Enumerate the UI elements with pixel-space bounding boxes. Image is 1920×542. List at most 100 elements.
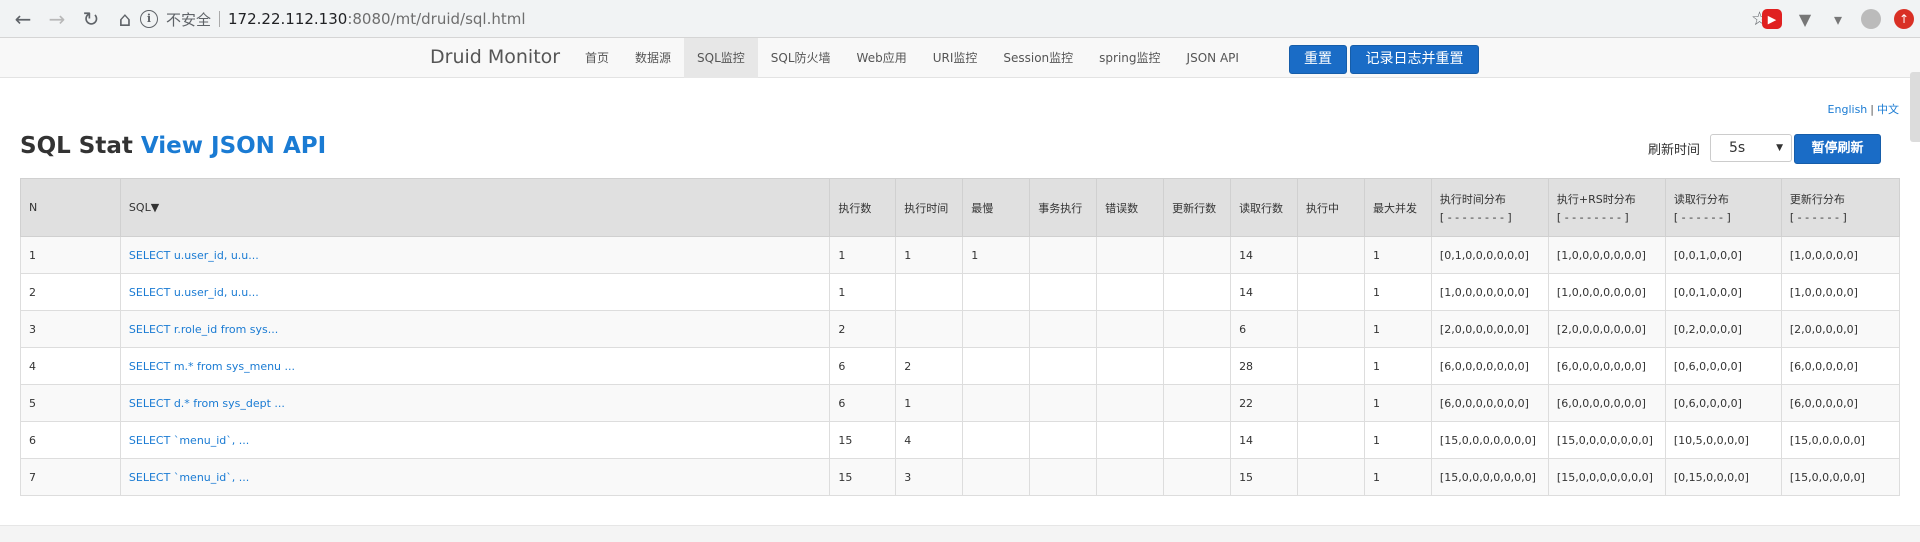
nav-item-datasource[interactable]: 数据源 [622, 38, 684, 78]
cell-update-rows-dist: [15,0,0,0,0,0] [1780, 458, 1901, 496]
col-header-update-rows-dist[interactable]: 更新行分布 [ - - - - - - ] [1780, 178, 1901, 237]
nav-item-sql-monitor[interactable]: SQL监控 [684, 38, 758, 78]
cell-error-count [1096, 236, 1165, 274]
nav-item-web-app[interactable]: Web应用 [844, 38, 920, 78]
header-label: 执行时间分布 [1439, 193, 1506, 206]
cell-max-concurrent: 1 [1363, 458, 1432, 496]
video-extension-icon[interactable]: ▶ [1762, 9, 1782, 29]
table-header-row: N SQL▼ 执行数 执行时间 最慢 事务执行 错误数 更新行数 读取行数 执行… [20, 178, 1901, 237]
cell-read-rows-dist: [10,5,0,0,0,0] [1664, 421, 1782, 459]
cell-exec-time: 1 [895, 236, 964, 274]
cell-exec-rs-dist: [2,0,0,0,0,0,0,0] [1547, 310, 1666, 348]
brand-title[interactable]: Druid Monitor [430, 46, 560, 68]
cell-update-rows [1163, 384, 1232, 422]
cell-error-count [1096, 273, 1165, 311]
cell-read-rows-dist: [0,6,0,0,0,0] [1664, 347, 1782, 385]
reload-icon[interactable]: ↻ [76, 4, 106, 34]
view-json-api-link[interactable]: View JSON API [141, 133, 326, 159]
filter-extension-icon[interactable]: ▾ [1828, 9, 1848, 29]
col-header-n[interactable]: N [20, 178, 121, 237]
cell-sql[interactable]: SELECT u.user_id, u.u... [119, 273, 831, 311]
refresh-interval-value: 5s [1729, 140, 1746, 156]
col-header-error-count[interactable]: 错误数 [1096, 178, 1165, 237]
address-separator [219, 11, 221, 27]
cell-exec-time: 4 [895, 421, 964, 459]
back-arrow-icon[interactable]: ← [8, 4, 38, 34]
cell-sql[interactable]: SELECT m.* from sys_menu ... [119, 347, 831, 385]
cell-n: 6 [20, 421, 121, 459]
cell-error-count [1096, 310, 1165, 348]
cell-update-rows-dist: [1,0,0,0,0,0] [1780, 273, 1901, 311]
col-header-update-rows[interactable]: 更新行数 [1163, 178, 1232, 237]
cell-exec-time: 1 [895, 384, 964, 422]
header-label: 更新行分布 [1789, 193, 1845, 206]
nav-item-sql-firewall[interactable]: SQL防火墙 [758, 38, 844, 78]
col-header-slowest[interactable]: 最慢 [962, 178, 1031, 237]
cell-read-rows: 14 [1230, 273, 1299, 311]
pause-refresh-button[interactable]: 暂停刷新 [1794, 134, 1881, 164]
cell-sql[interactable]: SELECT `menu_id`, ... [119, 458, 831, 496]
refresh-label: 刷新时间 [1648, 143, 1701, 158]
cell-txn-exec [1029, 347, 1098, 385]
refresh-interval-select[interactable]: 5s ▼ [1710, 134, 1792, 162]
home-icon[interactable]: ⌂ [110, 4, 140, 34]
cell-exec-time-dist: [15,0,0,0,0,0,0,0] [1430, 458, 1549, 496]
nav-item-json-api[interactable]: JSON API [1174, 38, 1252, 78]
top-navbar: Druid Monitor 首页 数据源 SQL监控 SQL防火墙 Web应用 … [0, 38, 1920, 78]
cell-read-rows: 14 [1230, 421, 1299, 459]
cell-read-rows-dist: [0,15,0,0,0,0] [1664, 458, 1782, 496]
col-header-max-concurrent[interactable]: 最大并发 [1363, 178, 1432, 237]
col-header-exec-time[interactable]: 执行时间 [895, 178, 964, 237]
info-icon[interactable]: i [140, 10, 158, 28]
side-scroll-widget[interactable] [1910, 72, 1920, 142]
cell-read-rows: 28 [1230, 347, 1299, 385]
col-header-txn-exec[interactable]: 事务执行 [1029, 178, 1098, 237]
cell-update-rows [1163, 310, 1232, 348]
cell-sql[interactable]: SELECT d.* from sys_dept ... [119, 384, 831, 422]
cell-exec-rs-dist: [1,0,0,0,0,0,0,0] [1547, 236, 1666, 274]
header-label: 执行+RS时分布 [1556, 193, 1636, 206]
cell-max-concurrent: 1 [1363, 421, 1432, 459]
col-header-exec-rs-dist[interactable]: 执行+RS时分布 [ - - - - - - - - ] [1547, 178, 1666, 237]
cell-sql[interactable]: SELECT r.role_id from sys... [119, 310, 831, 348]
cell-sql[interactable]: SELECT u.user_id, u.u... [119, 236, 831, 274]
chevron-down-icon: ▼ [1776, 143, 1783, 153]
cell-read-rows: 15 [1230, 458, 1299, 496]
cell-slowest [962, 458, 1031, 496]
address-bar[interactable]: i 不安全 172.22.112.130:8080/mt/druid/sql.h… [140, 4, 1800, 34]
table-body: 1 SELECT u.user_id, u.u... 1 1 1 14 1 [0,1,0,0,… [20, 236, 1901, 496]
nav-item-spring-monitor[interactable]: spring监控 [1086, 38, 1173, 78]
cell-exec-rs-dist: [15,0,0,0,0,0,0,0] [1547, 458, 1666, 496]
col-header-exec-count[interactable]: 执行数 [829, 178, 897, 237]
cell-update-rows [1163, 273, 1232, 311]
cell-update-rows [1163, 458, 1232, 496]
nav-item-session-monitor[interactable]: Session监控 [990, 38, 1086, 78]
cell-exec-count: 1 [829, 273, 897, 311]
cell-sql[interactable]: SELECT `menu_id`, ... [119, 421, 831, 459]
page-title: SQL Stat View JSON API [20, 133, 326, 159]
cell-slowest [962, 421, 1031, 459]
lang-english-link[interactable]: English [1828, 103, 1868, 116]
col-header-read-rows-dist[interactable]: 读取行分布 [ - - - - - - ] [1664, 178, 1782, 237]
reset-button[interactable]: 重置 [1289, 45, 1347, 74]
cell-max-concurrent: 1 [1363, 236, 1432, 274]
forward-arrow-icon[interactable]: → [42, 4, 72, 34]
cell-running [1297, 310, 1365, 348]
col-header-exec-time-dist[interactable]: 执行时间分布 [ - - - - - - - - ] [1430, 178, 1549, 237]
table-row: 1 SELECT u.user_id, u.u... 1 1 1 14 1 [0,1,0,0,… [20, 236, 1901, 274]
cell-txn-exec [1029, 421, 1098, 459]
cell-slowest: 1 [962, 236, 1031, 274]
cell-n: 1 [20, 236, 121, 274]
nav-item-home[interactable]: 首页 [572, 38, 622, 78]
col-header-sql[interactable]: SQL▼ [119, 178, 831, 237]
col-header-running[interactable]: 执行中 [1297, 178, 1365, 237]
update-icon[interactable]: ↑ [1894, 9, 1914, 29]
vue-extension-icon[interactable]: ▼ [1795, 9, 1815, 29]
log-and-reset-button[interactable]: 记录日志并重置 [1350, 45, 1479, 74]
col-header-read-rows[interactable]: 读取行数 [1230, 178, 1299, 237]
cell-running [1297, 421, 1365, 459]
nav-item-uri-monitor[interactable]: URI监控 [920, 38, 991, 78]
cell-exec-time: 2 [895, 347, 964, 385]
profile-avatar-icon[interactable] [1861, 9, 1881, 29]
lang-chinese-link[interactable]: 中文 [1877, 103, 1899, 116]
